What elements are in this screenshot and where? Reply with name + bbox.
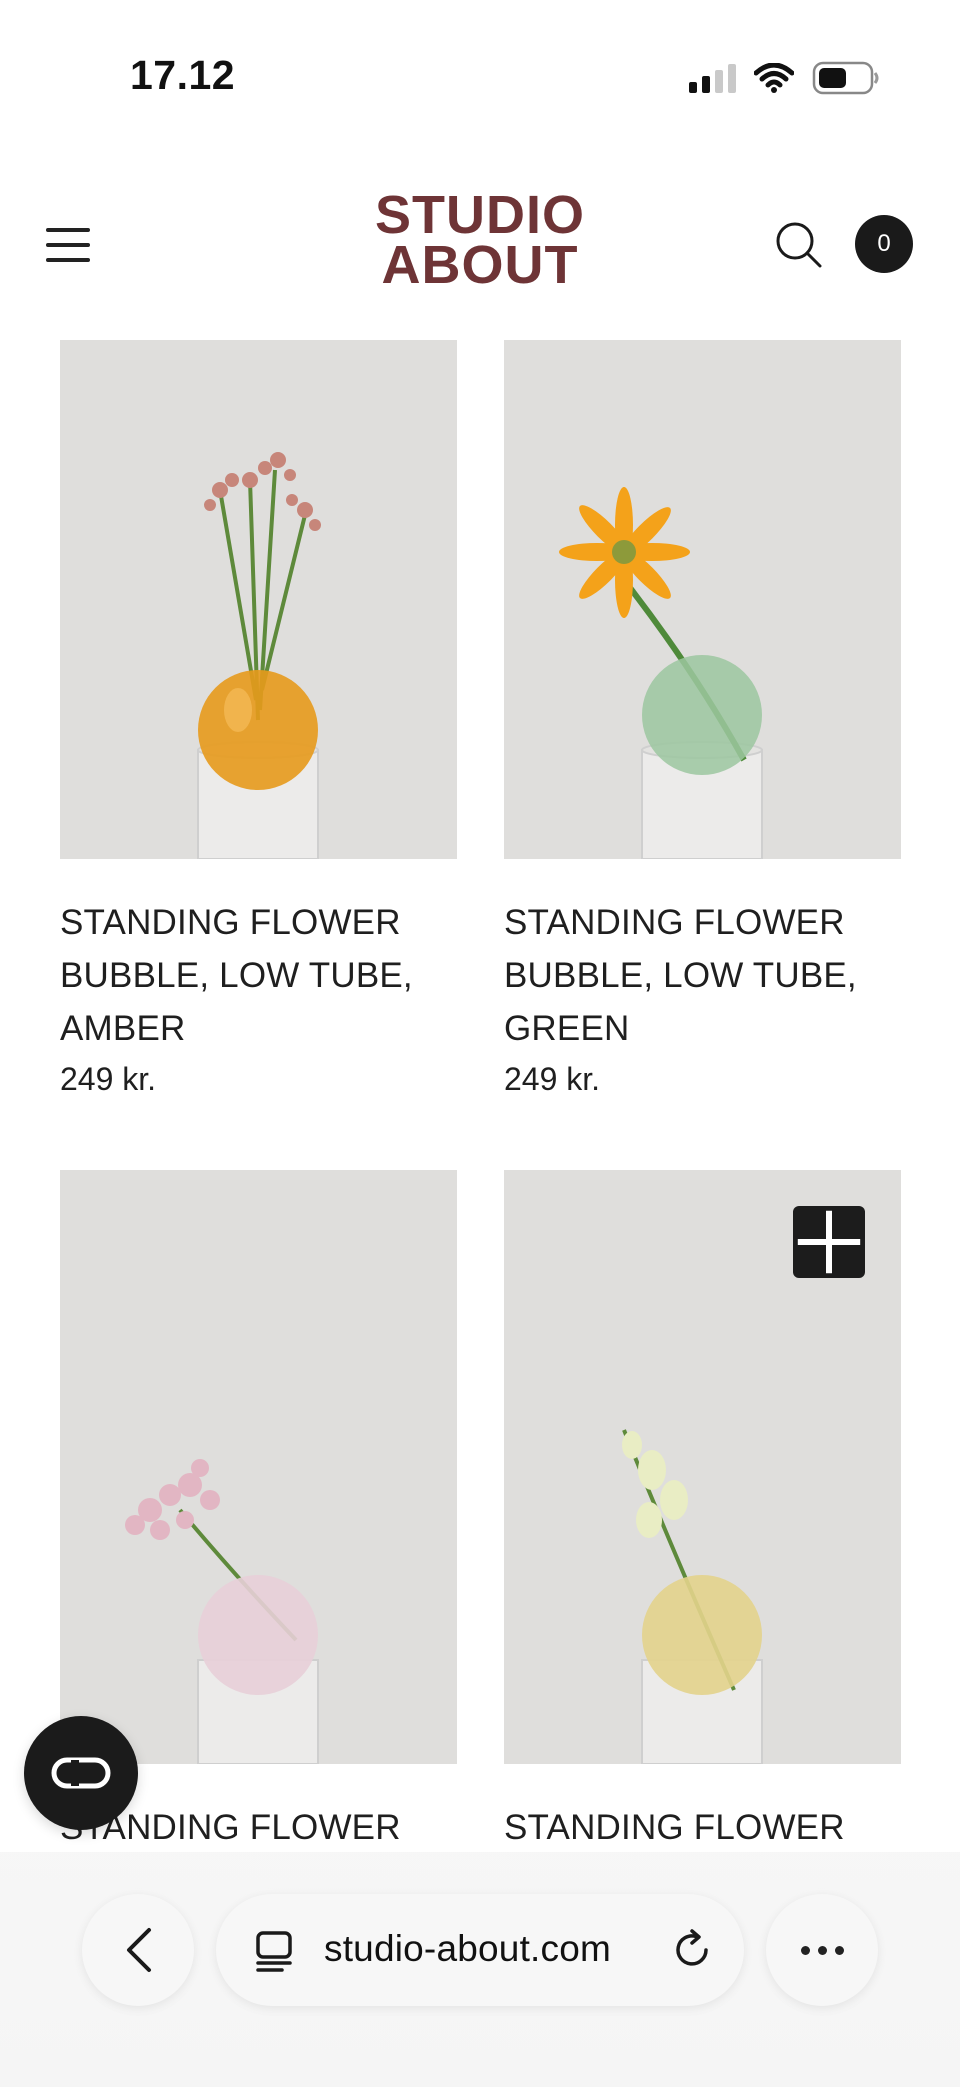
vase-illustration — [60, 1170, 457, 1764]
logo-line-1: STUDIO — [374, 185, 585, 245]
product-title[interactable]: STANDING FLOWER BUBBLE, LOW TUBE, GREEN — [504, 896, 901, 1055]
battery-icon — [812, 61, 879, 95]
logo-line-2: ABOUT — [381, 235, 579, 295]
wifi-icon — [754, 63, 794, 93]
menu-line-icon — [46, 228, 90, 232]
signal-icon — [689, 63, 736, 93]
reload-icon[interactable] — [670, 1928, 714, 1972]
product-image-amber[interactable] — [60, 340, 457, 859]
tab-overview-icon — [256, 1931, 292, 1972]
product-card[interactable]: STANDING FLOWER BUBBLE, LOW TUBE, GREEN … — [504, 340, 901, 1098]
product-title[interactable]: STANDING FLOWER — [504, 1801, 901, 1854]
product-card[interactable]: STANDING FLOWER — [504, 1170, 901, 1854]
chat-button[interactable] — [24, 1716, 138, 1830]
chevron-left-icon — [127, 1928, 151, 1972]
dot-icon — [834, 1945, 844, 1955]
vase-illustration — [504, 340, 901, 859]
dot-icon — [817, 1945, 827, 1955]
product-title[interactable]: STANDING FLOWER BUBBLE, LOW TUBE, AMBER — [60, 896, 457, 1055]
menu-line-icon — [46, 243, 90, 247]
product-price: 249 kr. — [504, 1061, 601, 1097]
product-image-yellow[interactable] — [504, 1170, 901, 1764]
product-image-pink[interactable] — [60, 1170, 457, 1764]
studio-about-logo[interactable]: STUDIO ABOUT — [360, 185, 600, 295]
status-bar: 17.12 — [0, 0, 960, 160]
plus-icon — [797, 1210, 861, 1274]
dot-icon — [800, 1945, 810, 1955]
more-options-button[interactable] — [766, 1894, 878, 2006]
status-icons — [689, 58, 880, 98]
cart-button[interactable]: 0 — [855, 215, 913, 273]
status-time: 17.12 — [130, 52, 236, 98]
back-button[interactable] — [82, 1894, 194, 2006]
hamburger-menu-button[interactable] — [46, 228, 92, 262]
quick-add-button[interactable] — [793, 1206, 865, 1278]
address-bar[interactable]: studio-about.com — [216, 1894, 744, 2006]
product-price: 249 kr. — [60, 1061, 157, 1097]
chat-icon — [51, 1757, 111, 1789]
product-card[interactable]: STANDING FLOWER BUBBLE, LOW TUBE, AMBER … — [60, 340, 457, 1098]
menu-line-icon — [46, 258, 90, 262]
site-header: STUDIO ABOUT 0 — [0, 160, 960, 330]
product-image-green[interactable] — [504, 340, 901, 859]
browser-toolbar: studio-about.com — [0, 1852, 960, 2087]
vase-illustration — [60, 340, 457, 859]
cart-count-badge: 0 — [877, 230, 891, 257]
search-icon[interactable] — [774, 220, 824, 270]
url-text: studio-about.com — [324, 1928, 612, 1969]
